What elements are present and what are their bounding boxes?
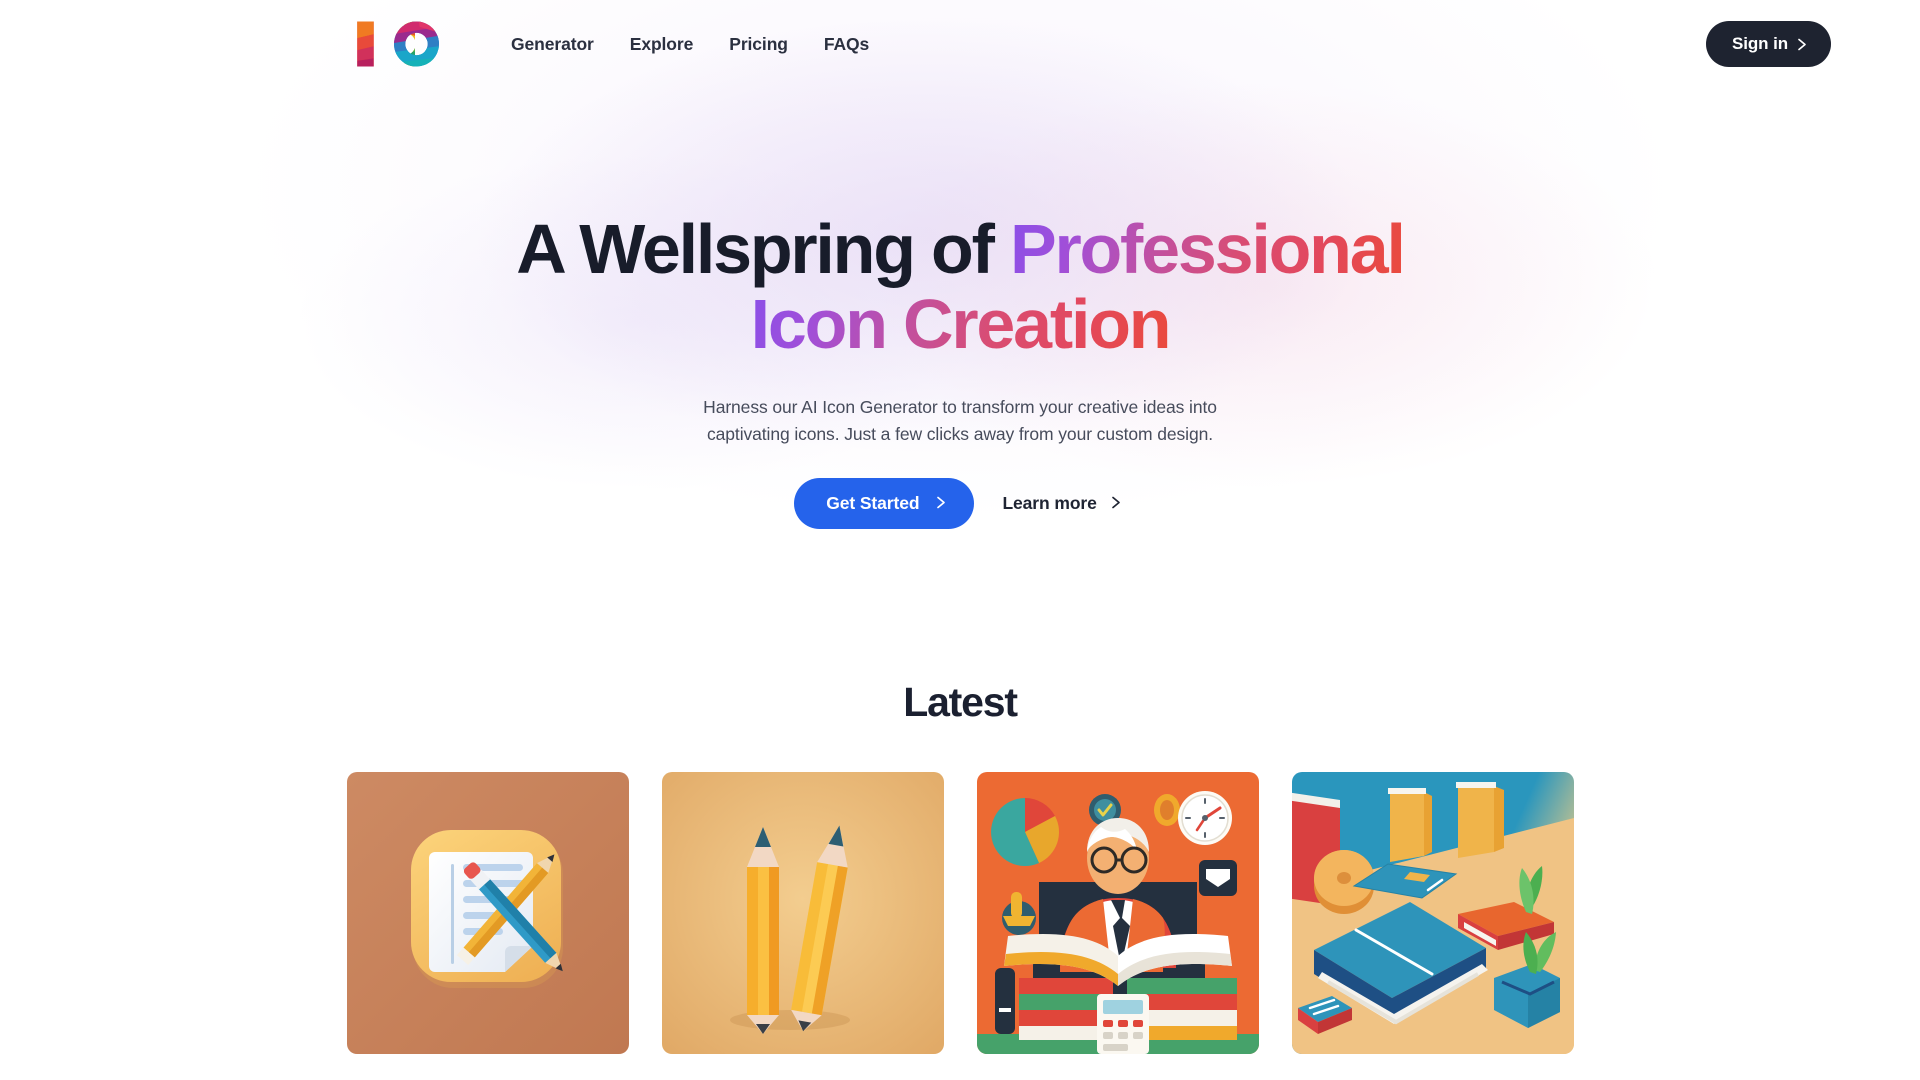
chevron-right-icon — [1111, 493, 1122, 514]
nav-link-explore[interactable]: Explore — [630, 34, 694, 55]
learn-more-link[interactable]: Learn more — [998, 485, 1125, 522]
chevron-right-icon — [1797, 38, 1808, 51]
hero-title-accent-line2: Icon Creation — [750, 284, 1172, 363]
ico-logo-icon[interactable] — [355, 16, 439, 72]
hero-actions: Get Started Learn more — [0, 478, 1920, 530]
get-started-label: Get Started — [826, 493, 920, 514]
gallery-grid: m ASSET MANAGMENTENT COMPMPANY — [346, 772, 1574, 1080]
latest-heading: Latest — [903, 679, 1018, 726]
hero-section: A Wellspring of Professional Icon Creatio… — [0, 88, 1920, 530]
hero-subtitle: Harness our AI Icon Generator to transfo… — [703, 396, 1217, 444]
site-header: Generator Explore Pricing FAQs Sign in — [0, 0, 1920, 88]
chevron-right-icon — [936, 493, 947, 514]
gallery-card-isometric-books[interactable] — [1291, 772, 1574, 1055]
nav-link-faqs[interactable]: FAQs — [824, 34, 869, 55]
signin-button[interactable]: Sign in — [1706, 21, 1831, 67]
gallery-card-note-pencils[interactable] — [346, 772, 629, 1055]
main-nav: Generator Explore Pricing FAQs — [511, 34, 869, 55]
page-title: A Wellspring of Professional Icon Creatio… — [500, 212, 1420, 362]
nav-link-generator[interactable]: Generator — [511, 34, 594, 55]
signin-button-label: Sign in — [1732, 34, 1788, 53]
nav-link-pricing[interactable]: Pricing — [729, 34, 788, 55]
gallery-card-professor-books[interactable] — [976, 772, 1259, 1055]
get-started-button[interactable]: Get Started — [794, 478, 975, 530]
gallery-card-two-pencils[interactable] — [661, 772, 944, 1055]
learn-more-label: Learn more — [1002, 493, 1097, 514]
hero-title-accent-line1: Professional — [1009, 210, 1406, 288]
latest-section: Latest — [0, 679, 1920, 1080]
hero-title-plain: A Wellspring of — [516, 210, 1010, 288]
